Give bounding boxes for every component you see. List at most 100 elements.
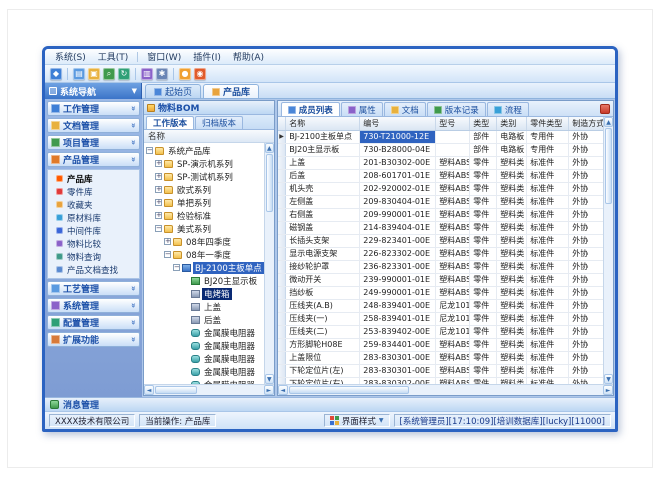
tab-properties[interactable]: 属性 [341, 102, 383, 116]
scroll-up-icon[interactable]: ▲ [604, 117, 613, 127]
tree-expander-icon[interactable]: + [155, 160, 162, 167]
tree-item[interactable]: +SP-测试机系列 [144, 170, 264, 183]
tab-member-list[interactable]: 成员列表 [281, 102, 340, 116]
table-horizontal-scrollbar[interactable]: ◄ ► [278, 384, 613, 395]
sidebar-section-system[interactable]: 系统管理» [47, 298, 140, 313]
tree-expander-icon[interactable]: − [155, 225, 162, 232]
scroll-thumb[interactable] [266, 154, 273, 212]
column-header-name[interactable]: 名称 [286, 117, 360, 130]
sidebar-item-material-search[interactable]: 物料查询 [48, 250, 139, 263]
table-row[interactable]: 左侧盖209-830404-01E塑料ABS零件塑料类标准件外协个 [278, 195, 603, 208]
tree-item[interactable]: −系统产品库 [144, 144, 264, 157]
row-selector[interactable] [278, 325, 286, 338]
message-manager-bar[interactable]: 消息管理 [45, 397, 615, 411]
tab-version-history[interactable]: 版本记录 [427, 102, 486, 116]
tree-item[interactable]: −BJ-2100主板单点 [144, 261, 264, 274]
tab-documents[interactable]: 文档 [384, 102, 426, 116]
sidebar-section-config[interactable]: 配置管理» [47, 315, 140, 330]
sidebar-item-parts-library[interactable]: 零件库 [48, 185, 139, 198]
row-selector[interactable] [278, 169, 286, 182]
nav-panel-header[interactable]: 系统导航 ▼ [45, 83, 142, 99]
tab-working-version[interactable]: 工作版本 [146, 116, 194, 129]
table-row[interactable]: ▶BJ-2100主板单点730-T21000-12E部件电路板专用件外协颗 [278, 130, 603, 143]
tab-product-library[interactable]: 产品库 [203, 84, 259, 98]
tree-expander-icon[interactable]: + [155, 199, 162, 206]
refresh-icon[interactable]: ↻ [118, 68, 130, 80]
tree-item[interactable]: +单把系列 [144, 196, 264, 209]
tree-item[interactable]: −08年一季度 [144, 248, 264, 261]
tree-expander-icon[interactable]: + [164, 238, 171, 245]
table-row[interactable]: 挡纱板249-990001-01E塑料ABS零件塑料类标准件外协个 [278, 286, 603, 299]
row-selector[interactable] [278, 234, 286, 247]
home-icon[interactable]: ◆ [50, 68, 62, 80]
scroll-left-icon[interactable]: ◄ [278, 385, 288, 395]
row-selector[interactable] [278, 182, 286, 195]
sidebar-item-material-compare[interactable]: 物料比较 [48, 237, 139, 250]
sidebar-section-work[interactable]: 工作管理» [47, 101, 140, 116]
table-row[interactable]: 机头壳202-920002-01E塑料ABS零件塑料类标准件外协个 [278, 182, 603, 195]
row-selector[interactable] [278, 286, 286, 299]
tree-item[interactable]: 金属膜电阻器 [144, 339, 264, 352]
scroll-left-icon[interactable]: ◄ [144, 385, 154, 395]
table-row[interactable]: 压线夹(二)253-839402-00E尼龙1010零件塑料类标准件外协条 [278, 325, 603, 338]
menu-tools[interactable]: 工具(T) [92, 49, 135, 64]
table-row[interactable]: 右侧盖209-990001-01E塑料ABS零件塑料类标准件外协个 [278, 208, 603, 221]
row-selector[interactable] [278, 377, 286, 384]
tree-expander-icon[interactable]: − [164, 251, 171, 258]
table-row[interactable]: 方形脚轮H08E259-834401-00E塑料ABS零件塑料类标准件外协个 [278, 338, 603, 351]
sidebar-item-product-doc-search[interactable]: 产品文档查找 [48, 263, 139, 276]
column-header-category[interactable]: 类别 [497, 117, 527, 130]
column-header-part-type[interactable]: 零件类型 [527, 117, 569, 130]
open-folder-icon[interactable]: ▣ [88, 68, 100, 80]
sidebar-section-project[interactable]: 项目管理» [47, 135, 140, 150]
table-row[interactable]: 微动开关239-990001-01E塑料ABS零件塑料类标准件外协个 [278, 273, 603, 286]
exit-icon[interactable]: ◉ [194, 68, 206, 80]
column-header-make-method[interactable]: 制造方式 [569, 117, 603, 130]
tab-workflow[interactable]: 流程 [487, 102, 529, 116]
tree-item[interactable]: 后盖 [144, 313, 264, 326]
sidebar-section-extension[interactable]: 扩展功能» [47, 332, 140, 347]
column-header-code[interactable]: 编号 [360, 117, 436, 130]
bom-tree-horizontal-scrollbar[interactable]: ◄ ► [144, 384, 274, 395]
scroll-up-icon[interactable]: ▲ [265, 143, 274, 153]
tree-expander-icon[interactable]: − [146, 147, 153, 154]
panel-menu-icon[interactable] [600, 104, 610, 114]
tree-item[interactable]: +检验标准 [144, 209, 264, 222]
row-selector[interactable] [278, 143, 286, 156]
tree-item[interactable]: 上盖 [144, 300, 264, 313]
sidebar-item-product-library[interactable]: 产品库 [48, 172, 139, 185]
row-selector[interactable] [278, 221, 286, 234]
table-row[interactable]: 压线夹(A.B)248-839401-00E尼龙1010零件塑料类标准件外协条 [278, 299, 603, 312]
scroll-down-icon[interactable]: ▼ [604, 374, 613, 384]
row-selector[interactable] [278, 273, 286, 286]
report-icon[interactable]: ▥ [141, 68, 153, 80]
row-selector[interactable] [278, 299, 286, 312]
tree-item[interactable]: 金属膜电阻器 [144, 352, 264, 365]
menu-plugins[interactable]: 插件(I) [187, 49, 227, 64]
tree-item[interactable]: BJ20主显示板 [144, 274, 264, 287]
scroll-thumb[interactable] [155, 386, 197, 394]
table-row[interactable]: 磁钢盖214-839404-01E塑料ABS零件塑料类标准件外协个 [278, 221, 603, 234]
table-row[interactable]: BJ20主显示板730-B28000-04E部件电路板专用件外协颗 [278, 143, 603, 156]
table-row[interactable]: 压线夹(一)258-839401-01E尼龙1010零件塑料类标准件外协条 [278, 312, 603, 325]
settings-icon[interactable]: ✱ [156, 68, 168, 80]
scroll-thumb[interactable] [289, 386, 409, 394]
tree-column-header[interactable]: 名称 [144, 130, 274, 143]
tree-item[interactable]: +SP-演示机系列 [144, 157, 264, 170]
row-selector[interactable] [278, 312, 286, 325]
scroll-right-icon[interactable]: ► [603, 385, 613, 395]
tree-expander-icon[interactable]: + [155, 186, 162, 193]
sidebar-item-favorites[interactable]: 收藏夹 [48, 198, 139, 211]
column-header-model[interactable]: 型号 [436, 117, 470, 130]
scroll-thumb[interactable] [605, 128, 612, 204]
sidebar-item-middleware-library[interactable]: 中间件库 [48, 224, 139, 237]
table-row[interactable]: 下轮定位片(左)283-830301-00E塑料ABS零件塑料类标准件外协个 [278, 364, 603, 377]
scroll-right-icon[interactable]: ► [264, 385, 274, 395]
menu-window[interactable]: 窗口(W) [141, 49, 187, 64]
tree-item[interactable]: 金属膜电阻器 [144, 326, 264, 339]
menu-system[interactable]: 系统(S) [49, 49, 92, 64]
row-selector[interactable] [278, 364, 286, 377]
scroll-down-icon[interactable]: ▼ [265, 374, 274, 384]
table-row[interactable]: 长插头支架229-823401-00E塑料ABS零件塑料类标准件外协个 [278, 234, 603, 247]
row-selector[interactable] [278, 195, 286, 208]
